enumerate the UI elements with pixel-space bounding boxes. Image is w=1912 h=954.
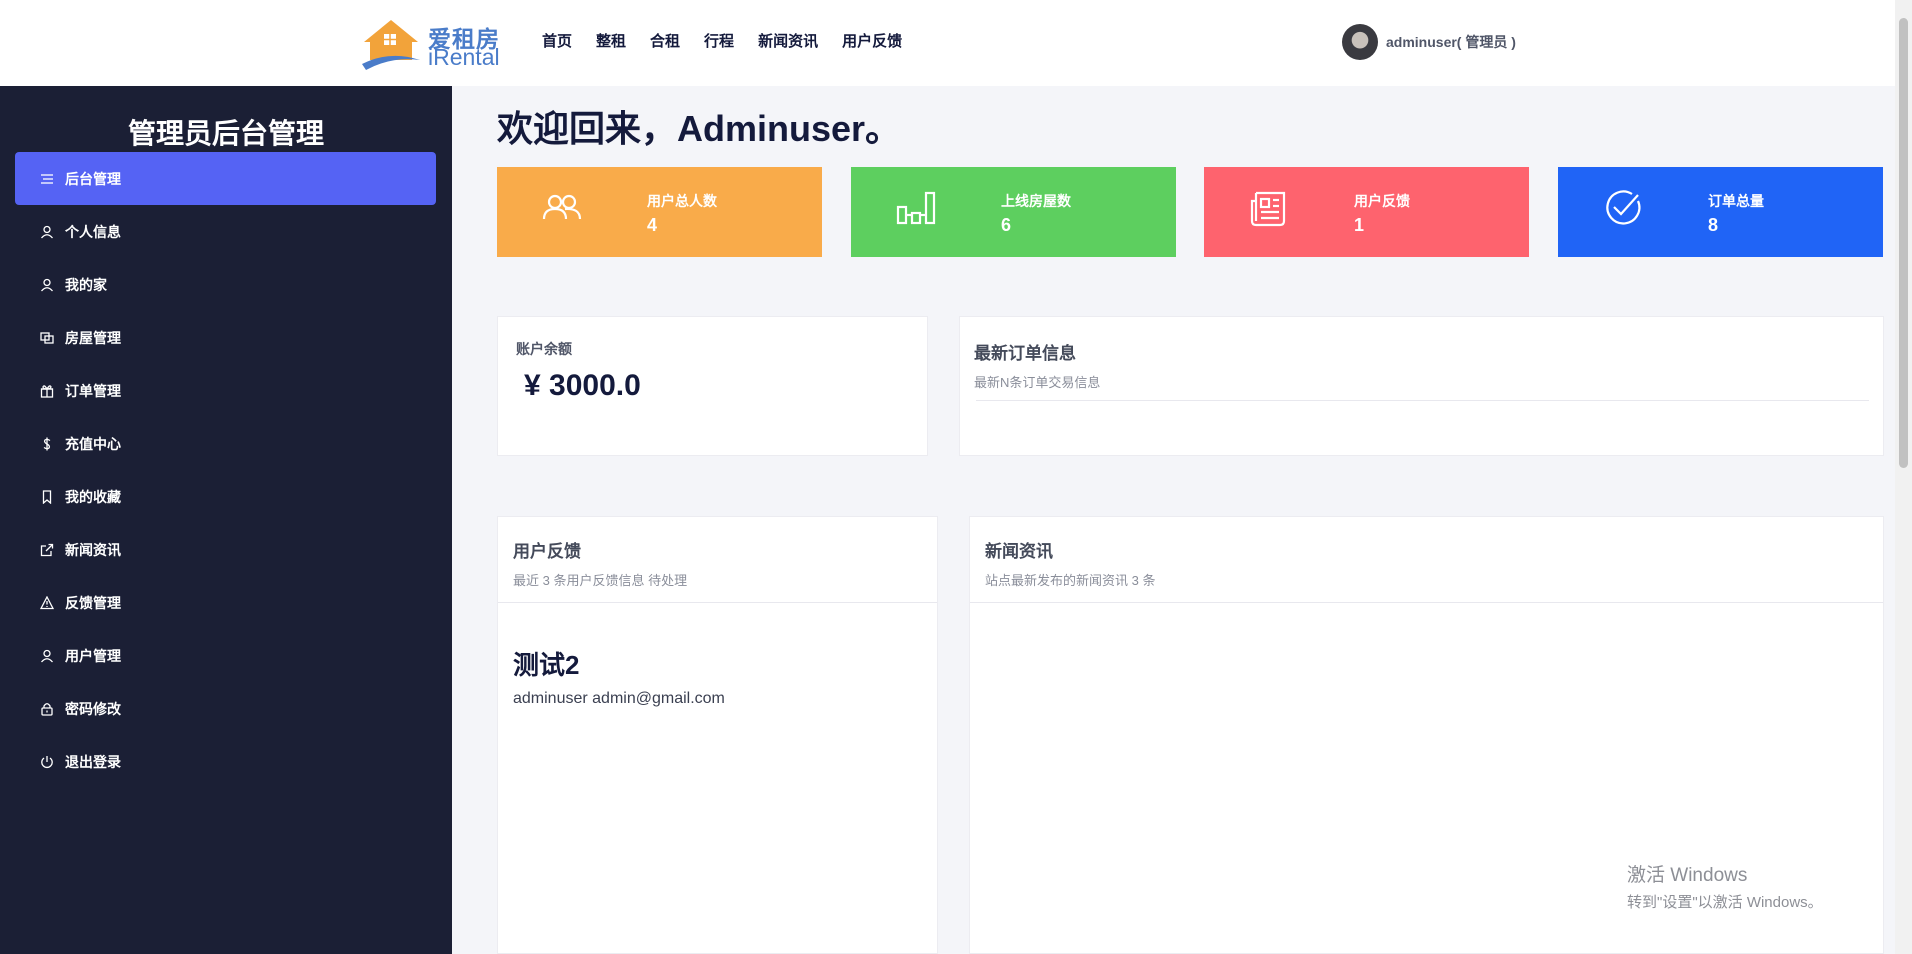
page-scrollbar[interactable] bbox=[1895, 0, 1912, 954]
feedback-card: 用户反馈 最近 3 条用户反馈信息 待处理 测试2 adminuser admi… bbox=[497, 516, 938, 954]
stat-value: 6 bbox=[1001, 215, 1012, 235]
sidebar-item-label: 新闻资讯 bbox=[65, 541, 121, 558]
stat-value: 4 bbox=[647, 215, 658, 235]
sidebar-title: 管理员后台管理 bbox=[127, 118, 324, 149]
sidebar-item-label: 用户管理 bbox=[65, 647, 121, 664]
check-circle-icon bbox=[1606, 190, 1641, 225]
bar-chart-icon bbox=[896, 191, 936, 225]
sidebar-item-orders[interactable]: 订单管理 bbox=[15, 364, 436, 417]
warning-icon bbox=[39, 595, 55, 611]
bookmark-icon bbox=[39, 489, 55, 505]
sidebar-item-houses[interactable]: 房屋管理 bbox=[15, 311, 436, 364]
balance-card: 账户余额 ¥ 3000.0 bbox=[497, 316, 928, 456]
user-name[interactable]: adminuser( 管理员 ) bbox=[1386, 32, 1516, 52]
sidebar-item-dashboard[interactable]: 后台管理 bbox=[15, 152, 436, 205]
feedback-entry-meta: adminuser admin@gmail.com bbox=[513, 690, 725, 707]
sidebar-item-profile[interactable]: 个人信息 bbox=[15, 205, 436, 258]
sidebar-item-label: 反馈管理 bbox=[65, 594, 121, 611]
nav-news[interactable]: 新闻资讯 bbox=[758, 30, 818, 51]
sidebar-item-recharge[interactable]: 充值中心 bbox=[15, 417, 436, 470]
sidebar-item-label: 退出登录 bbox=[65, 753, 121, 770]
sidebar: 管理员后台管理 后台管理 个人信息 我的家 房屋管理 订单管理 充值中心 我的收… bbox=[0, 86, 452, 954]
sidebar-item-label: 我的收藏 bbox=[65, 488, 121, 505]
page-title: 欢迎回来，Adminuser。 bbox=[497, 108, 902, 149]
user-icon bbox=[39, 277, 55, 293]
sidebar-item-feedback[interactable]: 反馈管理 bbox=[15, 576, 436, 629]
stat-label: 用户反馈 bbox=[1354, 193, 1410, 209]
nav-itinerary[interactable]: 行程 bbox=[704, 30, 734, 51]
list-icon bbox=[39, 171, 55, 187]
main-nav: 首页 整租 合租 行程 新闻资讯 用户反馈 bbox=[542, 30, 902, 51]
stat-card-houses[interactable]: 上线房屋数 6 bbox=[851, 167, 1176, 257]
gift-icon bbox=[39, 383, 55, 399]
nav-home[interactable]: 首页 bbox=[542, 30, 572, 51]
feedback-card-header: 用户反馈 最近 3 条用户反馈信息 待处理 bbox=[498, 517, 937, 603]
sidebar-item-my-home[interactable]: 我的家 bbox=[15, 258, 436, 311]
sidebar-item-label: 充值中心 bbox=[65, 435, 121, 452]
sidebar-item-label: 我的家 bbox=[65, 276, 107, 293]
stat-value: 1 bbox=[1354, 215, 1365, 235]
sidebar-item-users[interactable]: 用户管理 bbox=[15, 629, 436, 682]
sidebar-item-favorites[interactable]: 我的收藏 bbox=[15, 470, 436, 523]
news-card-header: 新闻资讯 站点最新发布的新闻资讯 3 条 bbox=[970, 517, 1883, 603]
sidebar-item-label: 房屋管理 bbox=[65, 329, 121, 346]
newspaper-icon bbox=[1250, 191, 1286, 227]
copy-icon bbox=[39, 330, 55, 346]
users-icon bbox=[542, 194, 582, 220]
external-link-icon bbox=[39, 542, 55, 558]
sidebar-item-password[interactable]: 密码修改 bbox=[15, 682, 436, 735]
user-icon bbox=[39, 224, 55, 240]
sidebar-item-label: 个人信息 bbox=[65, 223, 121, 240]
stat-value: 8 bbox=[1708, 215, 1719, 235]
stat-label: 订单总量 bbox=[1708, 193, 1764, 209]
scrollbar-thumb[interactable] bbox=[1899, 18, 1908, 468]
news-title: 新闻资讯 bbox=[985, 542, 1053, 561]
divider bbox=[976, 400, 1869, 401]
feedback-entry-title[interactable]: 测试2 bbox=[513, 645, 579, 682]
windows-activation-watermark: 激活 Windows 转到"设置"以激活 Windows。 bbox=[1627, 860, 1823, 912]
lock-icon bbox=[39, 701, 55, 717]
brand-name-en: iRental bbox=[428, 44, 500, 70]
main-content: 欢迎回来，Adminuser。 用户总人数 4 上线房屋数 6 用户反馈 1 订… bbox=[452, 86, 1895, 954]
watermark-line-2: 转到"设置"以激活 Windows。 bbox=[1627, 894, 1823, 911]
avatar[interactable] bbox=[1342, 24, 1378, 60]
sidebar-menu: 后台管理 个人信息 我的家 房屋管理 订单管理 充值中心 我的收藏 新闻资讯 反… bbox=[15, 152, 436, 788]
dollar-icon bbox=[39, 436, 55, 452]
orders-title: 最新订单信息 bbox=[974, 344, 1076, 363]
sidebar-item-news[interactable]: 新闻资讯 bbox=[15, 523, 436, 576]
news-subtitle: 站点最新发布的新闻资讯 3 条 bbox=[985, 573, 1156, 588]
top-header: 爱租房 iRental 首页 整租 合租 行程 新闻资讯 用户反馈 adminu… bbox=[0, 0, 1895, 86]
user-icon bbox=[39, 648, 55, 664]
nav-feedback[interactable]: 用户反馈 bbox=[842, 30, 902, 51]
sidebar-item-label: 密码修改 bbox=[65, 700, 121, 717]
balance-value: ¥ 3000.0 bbox=[524, 369, 641, 402]
feedback-subtitle: 最近 3 条用户反馈信息 待处理 bbox=[513, 573, 688, 588]
orders-subtitle: 最新N条订单交易信息 bbox=[974, 375, 1101, 390]
watermark-line-1: 激活 Windows bbox=[1627, 865, 1748, 886]
balance-label: 账户余额 bbox=[516, 341, 572, 357]
sidebar-item-label: 后台管理 bbox=[65, 170, 121, 187]
stat-card-users[interactable]: 用户总人数 4 bbox=[497, 167, 822, 257]
stat-label: 用户总人数 bbox=[647, 193, 717, 209]
nav-whole-rent[interactable]: 整租 bbox=[596, 30, 626, 51]
stat-card-feedback[interactable]: 用户反馈 1 bbox=[1204, 167, 1529, 257]
power-icon bbox=[39, 754, 55, 770]
house-logo-icon bbox=[362, 20, 420, 70]
latest-orders-card: 最新订单信息 最新N条订单交易信息 bbox=[959, 316, 1884, 456]
sidebar-item-logout[interactable]: 退出登录 bbox=[15, 735, 436, 788]
nav-shared-rent[interactable]: 合租 bbox=[650, 30, 680, 51]
sidebar-item-label: 订单管理 bbox=[65, 382, 121, 399]
brand-logo[interactable]: 爱租房 iRental bbox=[360, 16, 500, 72]
user-menu[interactable]: adminuser( 管理员 ) bbox=[1342, 24, 1516, 60]
stat-label: 上线房屋数 bbox=[1001, 193, 1071, 209]
feedback-title: 用户反馈 bbox=[513, 542, 581, 561]
stat-card-orders[interactable]: 订单总量 8 bbox=[1558, 167, 1883, 257]
